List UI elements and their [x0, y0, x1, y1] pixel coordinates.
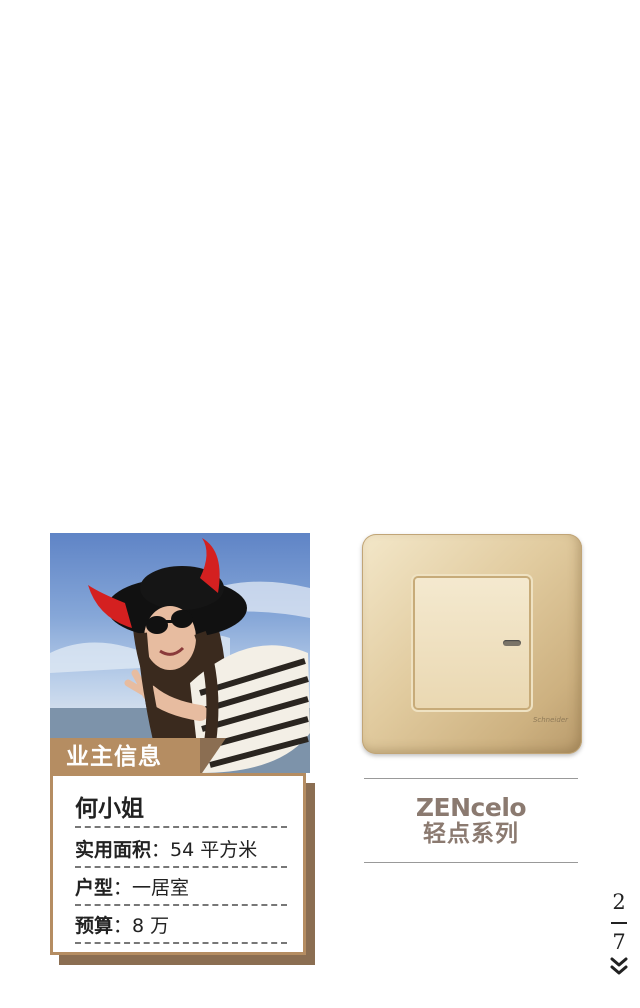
- owner-info-badge: 业主信息: [50, 738, 202, 776]
- total-page-number: 7: [612, 930, 626, 954]
- area-key: 实用面积: [75, 839, 152, 861]
- badge-tail: [200, 738, 226, 776]
- owner-card: 业主信息 何小姐 实用面积：54 平方米 户型：一居室 预算：8 万: [50, 533, 315, 969]
- layout-value: 一居室: [132, 877, 190, 899]
- switch-brand-logo: Schneider: [532, 716, 568, 724]
- current-page-number: 2: [612, 890, 626, 914]
- series-title: ZENcelo 轻点系列: [364, 793, 578, 848]
- owner-info-badge-label: 业主信息: [66, 744, 162, 770]
- owner-photo: [50, 533, 310, 773]
- double-chevron-down-icon[interactable]: [609, 956, 629, 976]
- layout-key: 户型: [75, 877, 114, 899]
- area-separator: ：: [151, 839, 171, 861]
- switch-rocker: [415, 578, 529, 708]
- area-row: 实用面积：54 平方米: [75, 834, 287, 868]
- switch-product-image: Schneider: [362, 534, 582, 754]
- layout-row: 户型：一居室: [75, 872, 287, 906]
- switch-indicator-light: [503, 640, 521, 646]
- series-name-cn: 轻点系列: [423, 821, 519, 847]
- series-divider-top: [364, 778, 578, 779]
- page-indicator: 2 7: [606, 890, 632, 976]
- budget-separator: ：: [113, 915, 133, 937]
- page-separator: [611, 922, 627, 924]
- budget-value: 8 万: [132, 915, 170, 937]
- owner-name: 何小姐: [75, 792, 287, 828]
- page: 业主信息 何小姐 实用面积：54 平方米 户型：一居室 预算：8 万 Schne…: [0, 0, 640, 1008]
- budget-key: 预算: [75, 915, 114, 937]
- series-divider-bottom: [364, 862, 578, 863]
- owner-info-box: 何小姐 实用面积：54 平方米 户型：一居室 预算：8 万: [50, 773, 306, 955]
- layout-separator: ：: [113, 877, 133, 899]
- budget-row: 预算：8 万: [75, 910, 287, 944]
- area-value: 54 平方米: [170, 839, 258, 861]
- series-name-en: ZENcelo: [415, 793, 527, 822]
